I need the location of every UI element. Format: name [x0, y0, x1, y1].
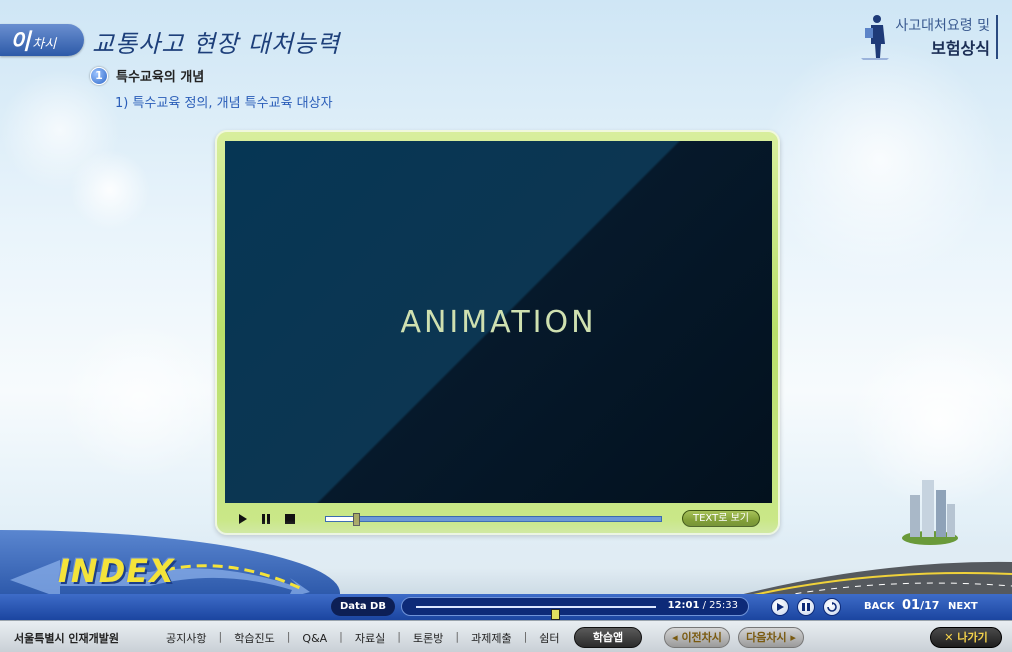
page-current: 01 — [902, 598, 921, 613]
status-bar: Data DB 12:01 / 25:33 BACK 01/17 NEXT — [0, 594, 1012, 620]
course-title-box: 사고대처요령 및 보험상식 — [861, 12, 998, 62]
org-logo: 서울특별시 인재개발원 — [14, 632, 120, 645]
exit-label: 나가기 — [957, 631, 988, 644]
next-lesson-button[interactable]: 다음차시 ▸ — [738, 627, 804, 648]
menu-progress[interactable]: 학습진도 — [234, 630, 274, 646]
pause-icon — [802, 603, 810, 611]
progress-thumb[interactable] — [551, 609, 561, 620]
animation-placeholder-text: ANIMATION — [400, 304, 597, 340]
course-title-line2: 보험상식 — [931, 39, 990, 58]
index-button[interactable]: INDEX — [58, 552, 175, 590]
chapter-suffix: 차시 — [32, 36, 57, 52]
data-db-button[interactable]: Data DB — [331, 597, 395, 616]
footer-menu: 공지사항 | 학습진도 | Q&A | 자료실 | 토론방 | 과제제출 | 쉼터 — [166, 630, 560, 646]
time-separator: / — [699, 600, 710, 611]
prev-lesson-button[interactable]: ◂ 이전차시 — [664, 627, 730, 648]
play-icon — [777, 603, 784, 611]
time-total: 25:33 — [709, 600, 738, 611]
next-button[interactable]: NEXT — [948, 601, 978, 612]
page-title: 교통사고 현장 대처능력 — [92, 30, 341, 58]
menu-assignment[interactable]: 과제제출 — [471, 630, 511, 646]
exit-button[interactable]: ✕ 나가기 — [930, 627, 1002, 648]
lesson-progress-bar[interactable]: 12:01 / 25:33 — [401, 597, 749, 620]
play-button[interactable] — [771, 598, 789, 616]
pause-button[interactable] — [797, 598, 815, 616]
exit-icon: ✕ — [944, 631, 958, 644]
chapter-badge: 이 차시 — [0, 24, 84, 56]
video-screen[interactable]: ANIMATION — [225, 141, 772, 503]
course-title-line1: 사고대처요령 및 — [895, 18, 990, 34]
menu-qna[interactable]: Q&A — [302, 630, 327, 646]
video-player: ANIMATION TEXT로 보기 — [215, 130, 780, 535]
time-current: 12:01 — [667, 600, 700, 611]
back-button[interactable]: BACK — [864, 601, 894, 612]
section-label: 특수교육의 개념 — [116, 70, 205, 85]
replay-icon — [827, 602, 837, 612]
page-total: 17 — [924, 599, 940, 612]
footer-bar: 서울특별시 인재개발원 공지사항 | 학습진도 | Q&A | 자료실 | 토론방 | 과… — [0, 620, 1012, 652]
study-app-button[interactable]: 학습앱 — [574, 627, 642, 648]
prev-lesson-label: 이전차시 — [681, 631, 722, 644]
menu-notice[interactable]: 공지사항 — [166, 630, 206, 646]
next-lesson-label: 다음차시 — [746, 631, 787, 644]
person-reading-icon — [861, 15, 890, 60]
section-number-badge: 1 — [90, 66, 108, 85]
page-counter: 01/17 — [902, 598, 939, 613]
menu-rest[interactable]: 쉼터 — [539, 630, 559, 646]
chapter-number: 이 — [10, 29, 31, 55]
chevron-right-icon: ▸ — [786, 631, 796, 644]
section-title: 1 특수교육의 개념 — [90, 66, 204, 85]
menu-discussion[interactable]: 토론방 — [413, 630, 443, 646]
progress-time: 12:01 / 25:33 — [668, 600, 738, 611]
city-buildings-icon — [902, 480, 958, 545]
progress-line — [416, 606, 656, 620]
sub-topic: 1) 특수교육 정의, 개념 특수교육 대상자 — [115, 96, 333, 111]
road-illustration — [720, 561, 1012, 600]
replay-button[interactable] — [823, 598, 841, 616]
menu-resources[interactable]: 자료실 — [355, 630, 385, 646]
